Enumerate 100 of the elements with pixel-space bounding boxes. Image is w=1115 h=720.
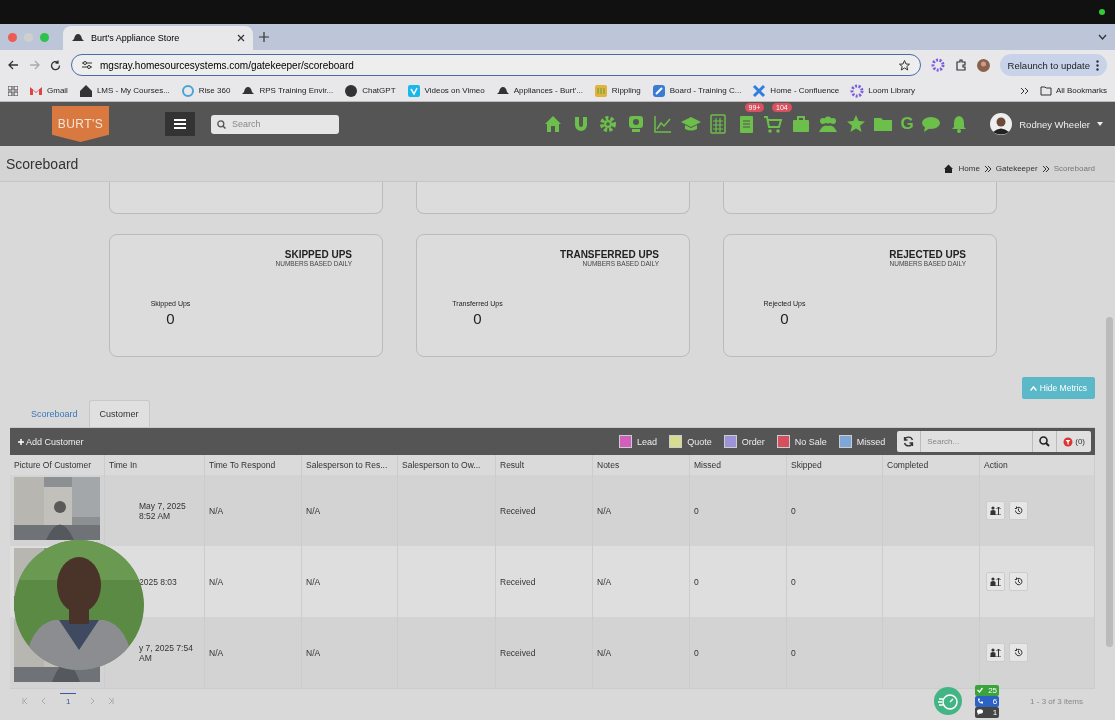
bookmark[interactable]: Rippling: [611, 86, 641, 95]
people-icon[interactable]: [818, 114, 838, 134]
circle-icon: [344, 83, 359, 98]
transfer-button[interactable]: [986, 643, 1005, 662]
breadcrumb-link[interactable]: Home: [958, 164, 980, 173]
more-icon: [1096, 59, 1099, 71]
history-button[interactable]: [1009, 643, 1028, 662]
first-page-icon: [22, 698, 28, 704]
table-cell: N/A: [306, 647, 321, 658]
relaunch-button[interactable]: Relaunch to update: [999, 54, 1107, 76]
legend-label: Missed: [856, 436, 886, 447]
ring-icon: [180, 83, 195, 98]
house-icon: [78, 83, 93, 98]
address-bar[interactable]: mgsray.homesourcesystems.com/gatekeeper/scoreboard: [71, 54, 921, 76]
metric-title: SKIPPED UPS: [284, 249, 352, 260]
bookmark[interactable]: Gmail: [47, 86, 68, 95]
legend-label: Lead: [637, 436, 658, 447]
history-button[interactable]: [1009, 501, 1028, 520]
line-chart-icon[interactable]: [653, 114, 673, 134]
stripes-icon: [593, 83, 608, 98]
reload-icon: [50, 59, 61, 71]
counter-value: 1: [992, 707, 998, 717]
all-bookmarks[interactable]: All Bookmarks: [1055, 86, 1107, 95]
browser-tab[interactable]: Burt's Appliance Store: [63, 26, 253, 50]
metric-value: 0: [780, 310, 789, 327]
metric-title: REJECTED UPS: [889, 249, 966, 260]
table-cell: 0: [694, 576, 699, 587]
bookmark[interactable]: Rise 360: [198, 86, 231, 95]
table-cell: N/A: [597, 647, 612, 658]
maximize-window-icon: [40, 32, 49, 42]
table-cell: N/A: [209, 576, 224, 587]
table-cell: Received: [500, 505, 536, 516]
person-up-icon: [990, 577, 1001, 586]
folder-icon: [1039, 85, 1052, 96]
apps-icon: [8, 85, 18, 96]
bookmark[interactable]: Home - Confluence: [770, 86, 840, 95]
user-menu[interactable]: Rodney Wheeler: [990, 113, 1103, 135]
sparkle-icon: [930, 58, 945, 72]
filter-button[interactable]: (0): [1057, 431, 1091, 452]
separator-icon: [984, 165, 991, 172]
tab[interactable]: Customer: [88, 400, 150, 427]
home-icon[interactable]: [543, 114, 563, 134]
cart-icon[interactable]: [763, 114, 783, 134]
sparkle-icon: [850, 83, 865, 98]
briefcase-icon[interactable]: [790, 114, 811, 134]
user-avatar-icon: [990, 113, 1013, 135]
avatar-icon: [976, 58, 990, 72]
bookmark[interactable]: RPS Training Envir...: [259, 86, 334, 95]
table-cell: 0: [791, 647, 796, 658]
star-outline-icon: [898, 59, 910, 71]
table-cell: N/A: [209, 647, 224, 658]
table-cell: 0: [791, 576, 796, 587]
next-page-icon: [89, 698, 96, 704]
table-cell-text: May 7, 2025 8:52 AM: [139, 500, 187, 521]
breadcrumb-link[interactable]: Gatekeeper: [995, 164, 1038, 173]
history-icon: [1014, 506, 1023, 515]
search-icon: [217, 119, 226, 129]
timer-icon: [934, 687, 963, 715]
transfer-button[interactable]: [986, 572, 1005, 591]
back-icon: [8, 60, 19, 70]
check-icon: [977, 687, 984, 693]
table-cell: Received: [500, 647, 536, 658]
chevron-up-icon: [1029, 385, 1037, 391]
table-cell: 2025 8:03: [139, 576, 177, 587]
settings-icon[interactable]: [598, 114, 618, 134]
bookmark[interactable]: Loom Library: [868, 86, 915, 95]
table-cell: 0: [791, 505, 796, 516]
caret-icon: [1097, 122, 1103, 126]
bookmark[interactable]: Videos on Vimeo: [424, 86, 485, 95]
menu-button[interactable]: [165, 112, 195, 136]
pager-summary: 1 - 3 of 3 items: [1030, 696, 1083, 706]
scrollbar[interactable]: [1106, 317, 1113, 647]
activity-counters[interactable]: 25 6 1: [975, 684, 1000, 718]
separator-icon: [1042, 165, 1049, 172]
history-icon: [1014, 577, 1023, 586]
table-cell: N/A: [597, 576, 612, 587]
transfer-button[interactable]: [986, 501, 1005, 520]
metric-value: 0: [473, 310, 482, 327]
site-settings-icon: [82, 60, 92, 70]
cross-icon: [752, 83, 767, 98]
bookmark[interactable]: ChatGPT: [362, 86, 396, 95]
page-number[interactable]: 1: [60, 693, 77, 709]
table-cell: Received: [500, 576, 536, 587]
previous-page-icon: [41, 698, 47, 704]
table-cell: N/A: [306, 576, 321, 587]
bookmark[interactable]: Board - Training C...: [669, 86, 742, 95]
history-icon: [1014, 648, 1023, 657]
chat-icon[interactable]: [921, 114, 942, 134]
calculator-icon[interactable]: [708, 114, 728, 134]
history-button[interactable]: [1009, 572, 1028, 591]
star-icon[interactable]: [845, 114, 866, 134]
person-up-icon: [990, 648, 1001, 657]
person-up-icon: [990, 506, 1001, 515]
add-customer-button[interactable]: Add Customer: [18, 436, 84, 447]
chat-icon: [977, 709, 984, 715]
counter-value: 6: [992, 696, 998, 706]
bookmark[interactable]: Appliances - Burt'...: [513, 86, 583, 95]
table-cell: N/A: [209, 505, 224, 516]
bookmark[interactable]: LMS - My Courses...: [96, 86, 170, 95]
table-cell: 0: [694, 505, 699, 516]
